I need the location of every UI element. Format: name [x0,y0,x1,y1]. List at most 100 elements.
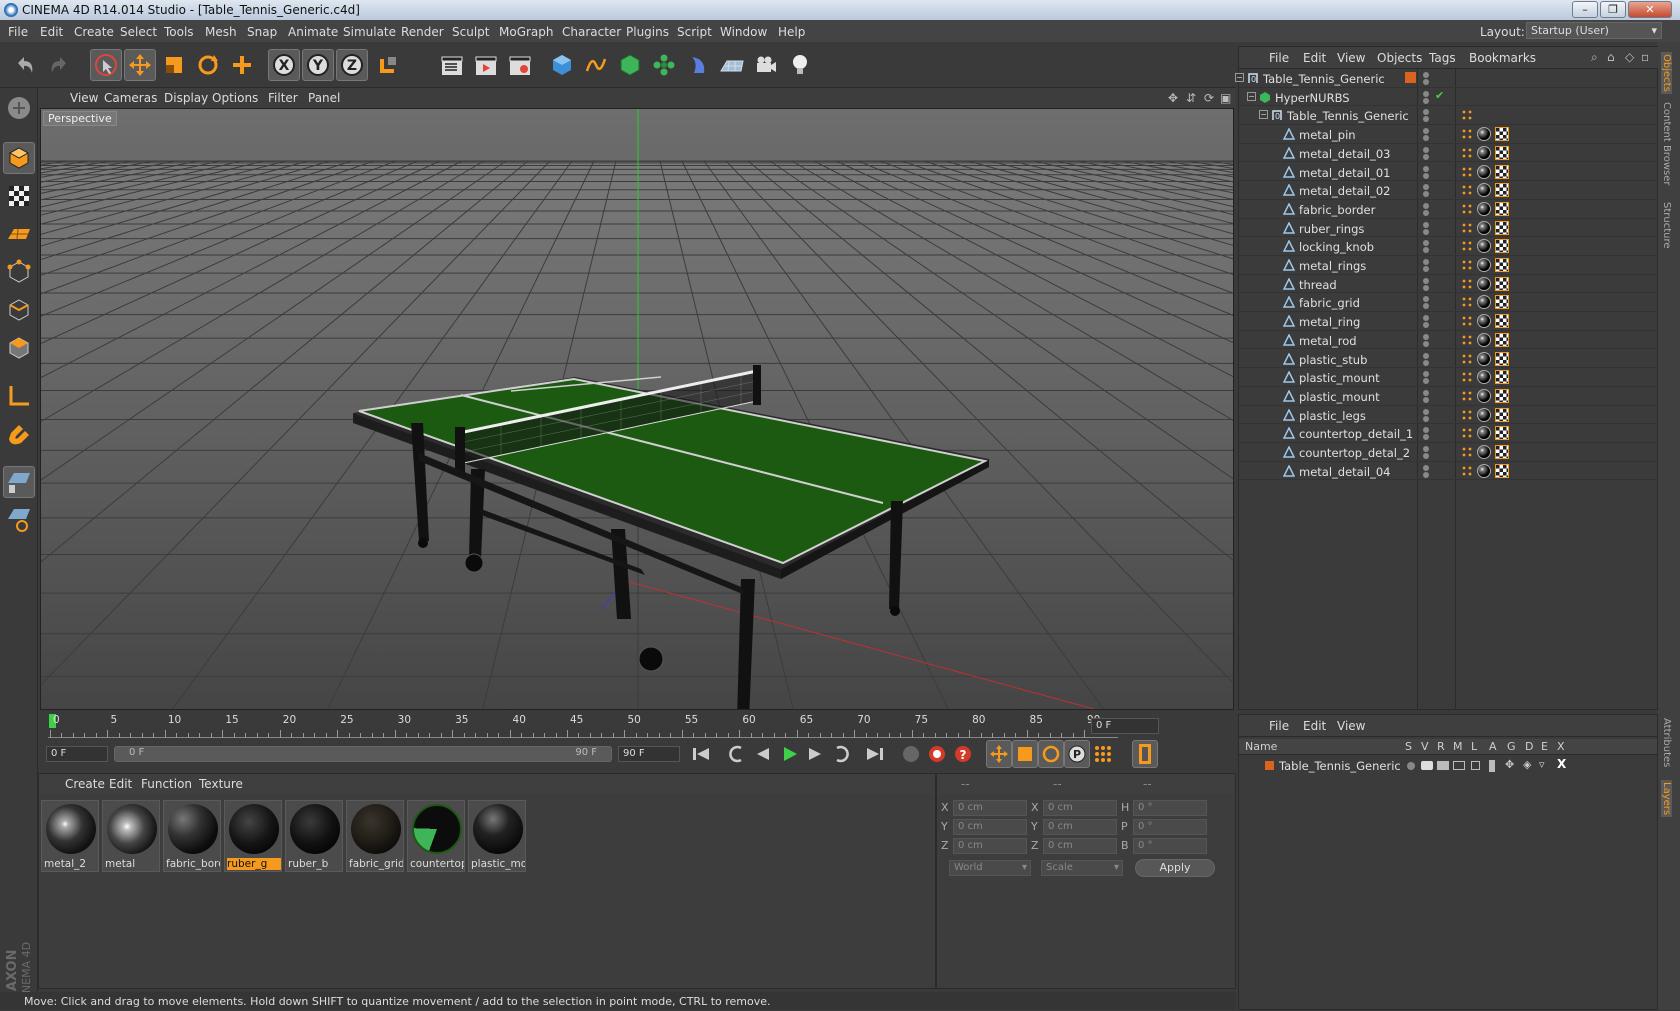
menu-select[interactable]: Select [120,25,157,39]
viewport-perspective[interactable]: Perspective [40,108,1234,710]
layer-lock-icon[interactable] [1471,761,1480,770]
layer-animation-icon[interactable] [1489,760,1495,772]
layer-color-swatch[interactable] [1265,761,1274,770]
material-swatch[interactable]: fabric_grid [346,800,404,872]
material-swatch[interactable]: ruber_b [285,800,343,872]
add-cube-button[interactable] [546,49,578,81]
model-mode-button[interactable] [3,142,35,174]
object-row[interactable]: thread [1239,275,1659,294]
render-visibility-dot[interactable] [1423,284,1429,291]
render-visibility-dot[interactable] [1423,415,1429,422]
object-name[interactable]: fabric_border [1299,203,1375,217]
maximize-button[interactable]: ❐ [1600,1,1626,18]
material-tag-icon[interactable] [1477,276,1491,291]
uvw-tag-icon[interactable] [1495,145,1509,160]
editor-visibility-dot[interactable] [1423,72,1429,78]
coord-value-field[interactable]: 0 cm [1043,838,1117,854]
layer-name[interactable]: Table_Tennis_Generic [1279,759,1401,773]
viewport-menu-display[interactable]: Display [164,91,208,105]
editor-visibility-dot[interactable] [1423,109,1429,116]
add-light-button[interactable] [784,49,816,81]
points-mode-button[interactable] [3,256,35,288]
material-tag-icon[interactable] [1477,445,1491,459]
render-visibility-dot[interactable] [1423,453,1429,459]
object-row[interactable]: ruber_rings [1239,219,1659,238]
material-tag-icon[interactable] [1477,407,1491,422]
uvw-tag-icon[interactable] [1495,445,1509,459]
z-axis-lock-button[interactable]: Z [336,49,368,81]
phong-tag-icon[interactable] [1461,184,1473,197]
edges-mode-button[interactable] [3,294,35,326]
objmgr-menu-tags[interactable]: Tags [1429,51,1456,65]
key-position-button[interactable] [986,740,1012,768]
editor-visibility-dot[interactable] [1423,427,1429,434]
enabled-check-icon[interactable]: ✔ [1435,89,1444,102]
home-icon[interactable]: ⌂ [1607,50,1615,64]
collapse-toggle-icon[interactable]: − [1247,91,1256,101]
object-name[interactable]: metal_rings [1299,259,1366,273]
object-row[interactable]: locking_knob [1239,237,1659,256]
editor-visibility-dot[interactable] [1423,371,1429,378]
editor-visibility-dot[interactable] [1423,221,1429,228]
editor-visibility-dot[interactable] [1423,165,1429,172]
menu-mograph[interactable]: MoGraph [499,25,554,39]
layer-expressions-icon[interactable]: ▿ [1539,758,1545,771]
uvw-tag-icon[interactable] [1495,258,1509,272]
material-tag-icon[interactable] [1477,239,1491,254]
render-visibility-dot[interactable] [1423,396,1429,403]
objmgr-menu-edit[interactable]: Edit [1303,51,1326,65]
viewport-menu-options[interactable]: Options [212,91,258,105]
filter-icon[interactable]: ◇ [1625,50,1634,64]
object-row[interactable]: countertop_detail_1 [1239,424,1659,443]
object-name[interactable]: Table_Tennis_Generic [1287,109,1409,123]
add-spline-button[interactable] [580,49,612,81]
coord-value-field[interactable]: 0 ° [1133,800,1207,816]
material-menu-texture[interactable]: Texture [199,777,243,791]
material-swatch[interactable]: plastic_mo [468,800,526,872]
render-visibility-dot[interactable] [1423,471,1429,478]
object-row[interactable]: plastic_stub [1239,350,1659,369]
render-visibility-dot[interactable] [1423,378,1429,385]
redo-button[interactable] [44,49,76,81]
object-name[interactable]: Table_Tennis_Generic [1263,72,1385,86]
lock-workplane-button[interactable] [3,504,35,536]
menu-sculpt[interactable]: Sculpt [452,25,489,39]
phong-tag-icon[interactable] [1461,165,1473,178]
object-row[interactable]: metal_rings [1239,256,1659,275]
object-row[interactable]: fabric_border [1239,200,1659,219]
layermgr-menu-file[interactable]: File [1269,719,1289,733]
object-name[interactable]: countertop_detal_2 [1299,446,1410,460]
material-swatch[interactable]: metal [102,800,160,872]
object-row[interactable]: metal_detail_03 [1239,144,1659,163]
object-row[interactable]: plastic_mount [1239,368,1659,387]
material-tag-icon[interactable] [1477,258,1491,272]
uvw-tag-icon[interactable] [1495,276,1509,291]
play-button[interactable] [776,740,802,768]
current-frame-field[interactable]: 0 F [1091,718,1159,734]
menu-snap[interactable]: Snap [247,25,277,39]
object-name[interactable]: metal_ring [1299,315,1360,329]
object-name[interactable]: fabric_grid [1299,296,1360,310]
add-array-button[interactable] [648,49,680,81]
phong-tag-icon[interactable] [1461,427,1473,440]
uvw-tag-icon[interactable] [1495,183,1509,198]
phong-tag-icon[interactable] [1461,446,1473,458]
object-name[interactable]: thread [1299,278,1337,292]
object-row[interactable]: metal_rod [1239,331,1659,350]
editor-visibility-dot[interactable] [1423,277,1429,284]
next-frame-button[interactable] [802,740,828,768]
menu-plugins[interactable]: Plugins [626,25,669,39]
phong-tag-icon[interactable] [1461,128,1473,141]
uvw-tag-icon[interactable] [1495,407,1509,422]
material-swatch[interactable]: countertop [407,800,465,872]
minimize-button[interactable]: – [1572,1,1598,18]
uvw-tag-icon[interactable] [1495,426,1509,441]
add-camera-button[interactable] [750,49,782,81]
editor-visibility-dot[interactable] [1423,184,1429,191]
objmgr-menu-file[interactable]: File [1269,51,1289,65]
add-tool-button[interactable] [226,49,258,81]
prev-key-button[interactable] [724,740,750,768]
material-tag-icon[interactable] [1477,183,1491,198]
objmgr-menu-view[interactable]: View [1337,51,1365,65]
material-tag-icon[interactable] [1477,295,1491,310]
